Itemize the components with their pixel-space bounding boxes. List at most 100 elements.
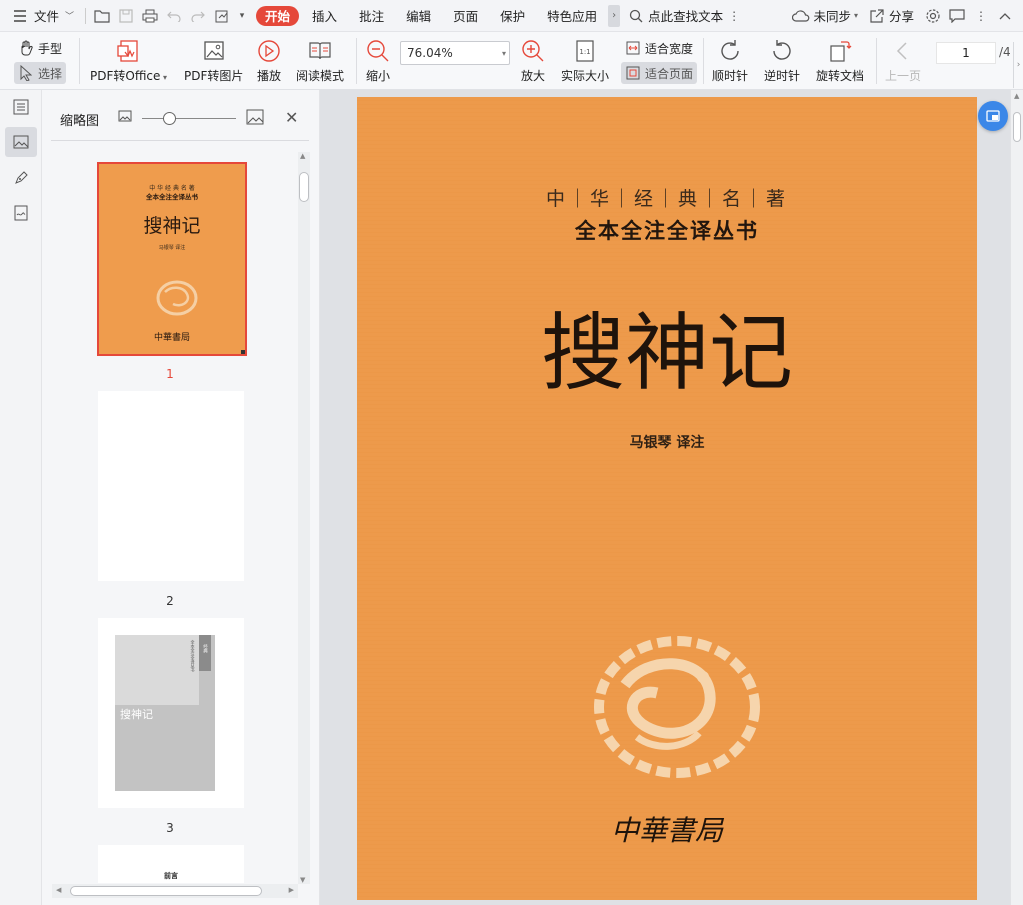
bookmarks-icon[interactable] [5, 92, 37, 122]
select-tool-button[interactable]: 选择 [14, 62, 67, 84]
cover-author: 马银琴 译注 [630, 434, 705, 451]
thumbnail-size-slider[interactable] [142, 118, 236, 119]
more-options-icon[interactable]: ⋮ [969, 4, 993, 28]
sync-status-label: 未同步 [813, 9, 851, 24]
thumbnails-icon[interactable] [5, 127, 37, 157]
thumbnail-page-1[interactable]: 中 华 经 典 名 著 全本全注全译丛书 搜神记 马银琴 译注 中華書局 [97, 162, 247, 356]
thumb-publisher: 中華書局 [154, 331, 190, 343]
tab-special-apps[interactable]: 特色应用 [540, 4, 604, 28]
thumb-title: 搜神记 [143, 215, 200, 237]
floating-tool-button[interactable] [978, 101, 1008, 131]
scroll-left-icon[interactable]: ◀ [56, 886, 61, 894]
rotate-clockwise-button[interactable]: 顺时针 [712, 38, 748, 84]
sync-status[interactable]: 未同步 ▾ [813, 4, 865, 28]
search-icon[interactable] [624, 4, 648, 28]
thumbnail-page-number: 1 [166, 367, 174, 381]
share-button[interactable]: 分享 [889, 4, 921, 28]
actual-size-icon: 1:1 [572, 38, 598, 64]
rotate-clockwise-label: 顺时针 [712, 69, 749, 83]
play-button[interactable]: 播放 [256, 38, 282, 84]
tab-insert[interactable]: 插入 [305, 4, 344, 28]
actual-size-button[interactable]: 1:1 实际大小 [561, 38, 609, 84]
document-view[interactable]: 中｜华｜经｜典｜名｜著 全本全注全译丛书 搜神记 马银琴 译注 中華書局 [320, 90, 1010, 905]
divider [876, 38, 877, 84]
zoom-in-label: 放大 [520, 69, 545, 83]
thumb3-side-label: 经典 [203, 643, 208, 655]
hand-tool-button[interactable]: 手型 [14, 37, 66, 59]
tab-annotate[interactable]: 批注 [352, 4, 391, 28]
scroll-up-icon[interactable]: ▲ [300, 152, 305, 160]
pdf-to-office-button[interactable]: PDF转Office ▾ [90, 38, 167, 84]
document-vertical-scrollbar[interactable]: ▲ [1010, 90, 1023, 905]
rotate-document-button[interactable]: 旋转文档 [816, 38, 864, 84]
rotate-document-label: 旋转文档 [816, 69, 865, 83]
tab-protect[interactable]: 保护 [493, 4, 532, 28]
collapse-ribbon-icon[interactable] [993, 4, 1017, 28]
zoom-in-button[interactable]: 放大 [520, 38, 546, 84]
thumb-series-top: 中 华 经 典 名 著 [149, 184, 195, 192]
thumbnail-page-3[interactable]: 经典 全本全注全译丛书 搜神记 [98, 618, 244, 808]
rotate-clockwise-icon [717, 38, 743, 64]
thumbnail-horizontal-scrollbar[interactable]: ◀ ▶ [52, 884, 298, 898]
hamburger-menu-icon[interactable] [8, 4, 32, 28]
play-icon [256, 38, 282, 64]
zoom-level-input[interactable]: 76.04% ▾ [400, 41, 510, 65]
tab-home[interactable]: 开始 [256, 5, 300, 26]
thumbnail-vertical-scrollbar[interactable]: ▲ ▼ [298, 152, 310, 884]
image-large-icon[interactable] [246, 109, 264, 128]
thumbnail-page-number: 2 [166, 594, 174, 608]
page-number-input[interactable]: 1 [936, 42, 996, 64]
divider [356, 38, 357, 84]
cursor-icon [18, 65, 34, 81]
thumb-series-bottom: 全本全注全译丛书 [145, 192, 199, 201]
read-mode-label: 阅读模式 [296, 69, 345, 83]
document-page: 中｜华｜经｜典｜名｜著 全本全注全译丛书 搜神记 马银琴 译注 中華書局 [357, 97, 977, 900]
thumbnail-panel: 缩略图 ✕ 中 华 经 典 名 著 全本全注全译丛书 搜神记 马银琴 译注 中華… [42, 90, 320, 905]
thumbnail-page-4[interactable]: 前言 [98, 845, 244, 883]
zoom-out-button[interactable]: 缩小 [365, 38, 391, 84]
rotate-counterclockwise-button[interactable]: 逆时针 [764, 38, 800, 84]
pdf-to-image-button[interactable]: PDF转图片 [184, 38, 243, 84]
scroll-down-icon[interactable]: ▼ [300, 876, 305, 884]
svg-text:1:1: 1:1 [579, 48, 590, 56]
undo-icon[interactable] [162, 4, 186, 28]
annotation-icon[interactable] [5, 163, 37, 193]
previous-page-button[interactable]: 上一页 [885, 38, 921, 84]
feedback-icon[interactable] [945, 4, 969, 28]
read-mode-button[interactable]: 阅读模式 [296, 38, 344, 84]
close-icon[interactable]: ✕ [285, 108, 298, 127]
thumb3-side-text: 全本全注全译丛书 [191, 639, 196, 673]
fit-width-button[interactable]: 适合宽度 [621, 37, 697, 59]
gear-icon[interactable] [921, 4, 945, 28]
slider-handle[interactable] [163, 112, 176, 125]
divider [85, 7, 87, 24]
signature-icon[interactable] [5, 198, 37, 228]
tab-edit[interactable]: 编辑 [399, 4, 438, 28]
scroll-right-icon[interactable]: ▶ [289, 886, 294, 894]
search-text-button[interactable]: 点此查找文本 [648, 4, 730, 28]
redo-icon[interactable] [186, 4, 210, 28]
more-dropdown-icon[interactable]: ▾ [234, 4, 250, 28]
share-icon[interactable] [865, 4, 889, 28]
image-small-icon[interactable] [118, 110, 132, 125]
tabs-scroll-right-icon[interactable]: › [608, 4, 621, 27]
scrollbar-thumb[interactable] [1013, 112, 1021, 142]
kebab-icon[interactable]: ⋮ [728, 4, 740, 28]
save-icon[interactable] [114, 4, 138, 28]
cloud-sync-icon[interactable] [789, 4, 813, 28]
thumbnail-page-2[interactable] [98, 391, 244, 581]
page-total: /4 [999, 45, 1011, 59]
scroll-up-icon[interactable]: ▲ [1014, 92, 1019, 100]
toolbar-scroll-right-icon[interactable]: › [1013, 42, 1023, 88]
scrollbar-thumb[interactable] [70, 886, 262, 896]
tab-page[interactable]: 页面 [446, 4, 485, 28]
file-menu[interactable]: 文件 ﹀ [32, 4, 81, 28]
scrollbar-thumb[interactable] [299, 172, 309, 202]
print-icon[interactable] [138, 4, 162, 28]
export-icon[interactable] [210, 4, 234, 28]
open-folder-icon[interactable] [90, 4, 114, 28]
fit-page-button[interactable]: 适合页面 [621, 62, 698, 84]
cover-series-top: 中｜华｜经｜典｜名｜著 [546, 188, 788, 210]
divider [79, 38, 80, 84]
chevron-down-icon[interactable]: ▾ [502, 49, 506, 58]
